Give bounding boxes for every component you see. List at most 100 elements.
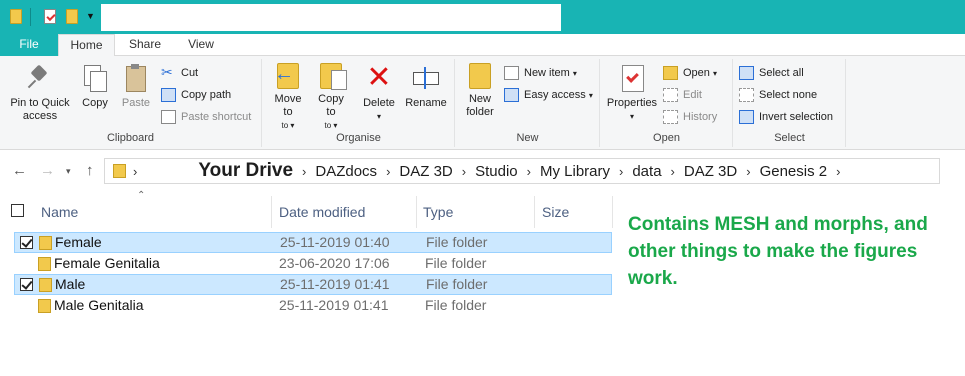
new-folder-button[interactable]: New folder [460,63,500,119]
copy-label: Copy [82,97,108,109]
open-group: Properties ▾ Open ▾ Edit History Open [601,59,733,147]
move-to-icon [274,63,299,89]
pin-icon [25,63,55,93]
new-group: New folder New item ▾ Easy access ▾ New [456,59,600,147]
clipboard-group: Pin to Quick access Copy Paste Cut Copy … [0,59,262,147]
tab-view[interactable]: View [176,34,226,56]
file-date: 25-11-2019 01:40 [280,234,390,250]
select-group-label: Select [774,132,805,144]
paste-button[interactable]: Paste [118,63,154,110]
column-divider[interactable] [416,196,417,228]
organise-group-label: Organise [336,132,381,144]
paste-shortcut-label: Paste shortcut [181,111,252,123]
copy-to-caret-icon: to ▾ [324,121,338,130]
breadcrumb-daz-3d[interactable]: DAZ 3D [390,163,461,180]
column-header-size[interactable]: Size [542,204,569,220]
qat-separator [30,8,31,26]
move-to-label: Move to [274,93,302,118]
file-name: Male Genitalia [54,297,144,313]
row-checkbox[interactable] [20,236,33,249]
up-arrow-icon[interactable]: ↑ [86,162,94,179]
file-row-female-genitalia[interactable]: Female Genitalia 23-06-2020 17:06 File f… [14,254,612,275]
row-checkbox[interactable] [20,278,33,291]
history-icon [663,110,678,124]
invert-selection-button[interactable]: Invert selection [739,108,833,126]
folder-icon[interactable] [10,9,22,24]
file-type: File folder [425,297,487,313]
column-header-date-modified[interactable]: Date modified [279,204,365,220]
column-header-type[interactable]: Type [423,204,453,220]
file-row-male-genitalia[interactable]: Male Genitalia 25-11-2019 01:41 File fol… [14,296,612,317]
copy-path-button[interactable]: Copy path [161,86,231,104]
breadcrumb-genesis-2[interactable]: Genesis 2 [751,163,837,180]
folder-icon [39,278,52,292]
breadcrumb-data[interactable]: data [623,163,670,180]
folder-icon [39,236,52,250]
breadcrumb-your-drive[interactable]: Your Drive [189,160,302,182]
copy-path-label: Copy path [181,89,232,101]
paste-shortcut-button[interactable]: Paste shortcut [161,108,251,126]
paste-icon [121,63,151,93]
breadcrumb-dazdocs[interactable]: DAZdocs [306,163,386,180]
sort-caret-icon: ⌃ [137,190,146,201]
select-all-button[interactable]: Select all [739,64,804,82]
file-type: File folder [426,234,488,250]
delete-x-icon: ✕ [366,61,392,94]
select-none-button[interactable]: Select none [739,86,817,104]
breadcrumb-studio[interactable]: Studio [466,163,527,180]
copy-to-button[interactable]: Copy to to ▾ [313,63,349,132]
address-bar[interactable]: › Your Drive › DAZdocs › DAZ 3D › Studio… [104,158,940,184]
customize-qat-arrow-icon[interactable]: ▼ [86,11,95,21]
history-button[interactable]: History [663,108,717,126]
back-arrow-icon[interactable]: ← [12,162,27,179]
paste-shortcut-icon [161,110,176,124]
open-button[interactable]: Open ▾ [663,64,717,82]
column-divider[interactable] [271,196,272,228]
copy-icon [80,63,110,93]
file-row-female[interactable]: Female 25-11-2019 01:40 File folder [14,232,612,253]
select-all-checkbox[interactable] [11,204,24,217]
tab-file[interactable]: File [0,34,58,56]
cut-button[interactable]: Cut [161,63,199,82]
open-label: Open [683,67,710,79]
breadcrumb-my-library[interactable]: My Library [531,163,619,180]
pin-to-quick-access-button[interactable]: Pin to Quick access [4,63,76,123]
scissors-icon [161,63,176,81]
select-all-icon [739,66,754,80]
tab-share[interactable]: Share [120,34,170,56]
select-none-label: Select none [759,89,818,101]
copy-path-icon [161,88,176,102]
properties-label: Properties [606,97,658,109]
rename-label: Rename [405,97,447,109]
properties-button[interactable]: Properties ▾ [603,63,661,123]
column-header-name[interactable]: Name [41,204,78,220]
history-label: History [683,111,718,123]
properties-icon[interactable] [44,9,56,24]
copy-button[interactable]: Copy [78,63,112,110]
column-divider[interactable] [534,196,535,228]
open-folder-icon [663,66,678,80]
file-date: 25-11-2019 01:41 [279,297,389,313]
easy-access-button[interactable]: Easy access ▾ [504,86,593,104]
open-caret-icon: ▾ [712,69,717,78]
breadcrumb-separator-icon[interactable]: › [836,164,840,179]
new-folder-icon[interactable] [66,9,78,24]
column-divider[interactable] [612,196,613,228]
easy-access-icon [504,88,519,102]
recent-dropdown-icon[interactable]: ▾ [66,166,71,177]
tab-home[interactable]: Home [58,34,115,57]
move-to-button[interactable]: Move to to ▾ [269,63,307,132]
file-row-male[interactable]: Male 25-11-2019 01:41 File folder [14,274,612,295]
new-item-button[interactable]: New item ▾ [504,64,577,82]
copy-to-label: Copy to [318,93,344,118]
delete-button[interactable]: ✕ Delete ▾ [359,63,399,123]
properties-icon [617,63,647,93]
annotation-note: Contains MESH and morphs, and other thin… [628,214,928,289]
breadcrumb-daz-3d-2[interactable]: DAZ 3D [675,163,746,180]
cut-label: Cut [181,67,199,79]
forward-arrow-icon[interactable]: → [40,162,55,179]
new-folder-icon [469,63,491,89]
rename-button[interactable]: Rename [403,63,449,110]
edit-button[interactable]: Edit [663,86,702,104]
breadcrumb-separator-icon[interactable]: › [133,164,137,179]
